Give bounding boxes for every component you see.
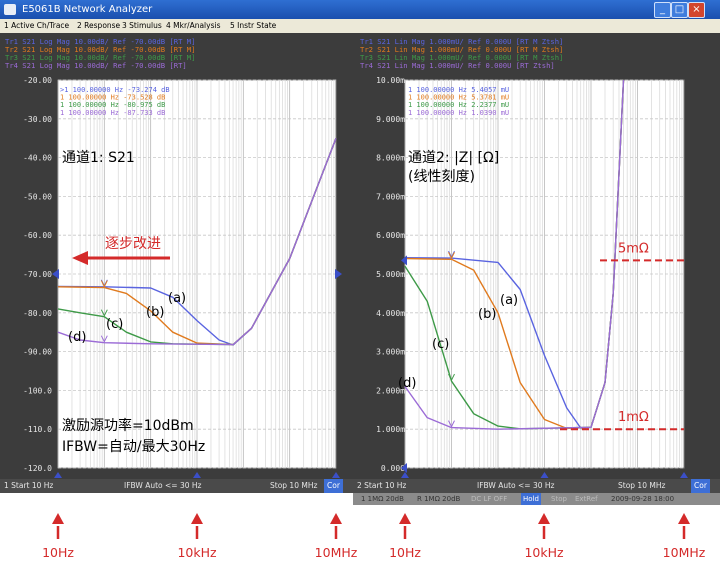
extref-button[interactable]: ExtRef: [575, 493, 598, 505]
ch1-y-tick-label: -90.00: [23, 348, 52, 357]
ch1-y-tick-label: -20.00: [23, 76, 52, 85]
ch1-series-label-a: (a): [168, 291, 186, 306]
ch1-ref-level-marker-left: [52, 269, 59, 279]
ch1-ref-level-marker-right: [335, 269, 342, 279]
freq-up-arrow-head-6: [678, 513, 690, 524]
ch1-y-tick-label: -60.00: [23, 231, 52, 240]
ch1-series-label-b: (b): [146, 305, 164, 320]
ch2-y-tick-label: 6.000m: [376, 231, 405, 240]
stop-button[interactable]: Stop: [551, 493, 567, 505]
ch1-freq-marker: [54, 472, 62, 478]
ch1-y-tick-label: -70.00: [23, 270, 52, 279]
hold-button[interactable]: Hold: [521, 493, 541, 505]
ch2-stop[interactable]: Stop 10 MHz: [618, 479, 665, 493]
port1-setting[interactable]: 1 1MΩ 20dB: [361, 493, 404, 505]
channel1-status-bar: 1 Start 10 Hz IFBW Auto <= 30 Hz Stop 10…: [0, 479, 353, 493]
ch1-stop[interactable]: Stop 10 MHz: [270, 479, 317, 493]
freq-up-arrow-head-2: [191, 513, 203, 524]
ch1-y-tick-label: -110.0: [23, 425, 52, 434]
ch2-trace-header-4: Tr4 S21 Lin Mag 1.000mU/ Ref 0.000U [RT …: [360, 61, 555, 70]
freq-label-10hz-right: 10Hz: [389, 545, 421, 560]
ch2-freq-marker: [540, 472, 549, 478]
excitation-label: 激励源功率=10dBm: [62, 418, 194, 434]
freq-label-10mhz-right: 10MHz: [662, 545, 706, 560]
ch2-y-tick-label: 0.000: [381, 464, 405, 473]
ch2-y-tick-label: 4.000m: [376, 309, 405, 318]
ch2-y-tick-label: 3.000m: [376, 348, 405, 357]
ch2-level-label-1: 5mΩ: [618, 241, 649, 256]
ch1-y-tick-label: -30.00: [23, 115, 52, 124]
instrument-status-toolbar: 1 1MΩ 20dB R 1MΩ 20dB DC LF OFF Hold Sto…: [353, 493, 720, 505]
ch2-series-label-a: (a): [500, 293, 518, 308]
ch1-ifbw[interactable]: IFBW Auto <= 30 Hz: [124, 479, 201, 493]
ch2-freq-marker: [680, 472, 688, 478]
ch2-cor-badge: Cor: [691, 479, 710, 493]
freq-up-arrow-head-5: [538, 513, 550, 524]
datetime-readout: 2009-09-28 18:00: [611, 495, 675, 503]
ch2-marker-readout-4: 1 100.00000 Hz 1.0390 mU: [408, 109, 509, 117]
ch2-series-label-b: (b): [478, 307, 496, 322]
ch2-series-label-d: (d): [398, 376, 416, 391]
ch1-y-tick-label: -100.0: [23, 386, 52, 395]
ch1-start[interactable]: 1 Start 10 Hz: [4, 479, 53, 493]
portr-setting[interactable]: R 1MΩ 20dB: [417, 493, 460, 505]
ch2-y-tick-label: 5.000m: [376, 270, 405, 279]
ch2-y-tick-label: 8.000m: [376, 154, 405, 163]
dc-lf-setting[interactable]: DC LF OFF: [471, 493, 507, 505]
ch2-start[interactable]: 2 Start 10 Hz: [357, 479, 406, 493]
ch1-y-tick-label: -50.00: [23, 192, 52, 201]
ch1-cor-badge: Cor: [324, 479, 343, 493]
ch2-y-tick-label: 9.000m: [376, 115, 405, 124]
ch1-y-tick-label: -120.0: [23, 464, 52, 473]
channel1-label: 通道1: S21: [62, 150, 135, 166]
channel2-sublabel: (线性刻度): [408, 169, 475, 185]
ch2-series-label-c: (c): [432, 337, 449, 352]
improvement-label: 逐步改进: [105, 236, 161, 252]
ch2-ifbw[interactable]: IFBW Auto <= 30 Hz: [477, 479, 554, 493]
channel2-label: 通道2: |Z| [Ω]: [408, 150, 500, 166]
ch2-y-tick-label: 1.000m: [376, 425, 405, 434]
ch1-freq-marker: [193, 472, 201, 478]
ch2-level-label-2: 1mΩ: [618, 410, 649, 425]
freq-label-10khz-right: 10kHz: [524, 545, 564, 560]
ch1-trace-header-4: Tr4 S21 Log Mag 10.00dB/ Ref -70.00dB [R…: [5, 61, 187, 70]
freq-up-arrow-head-1: [52, 513, 64, 524]
ch2-level-marker: [401, 255, 407, 266]
ch1-y-tick-label: -80.00: [23, 309, 52, 318]
ch2-y-tick-label: 7.000m: [376, 192, 405, 201]
ch1-y-tick-label: -40.00: [23, 154, 52, 163]
ch1-freq-marker: [332, 472, 340, 478]
ifbw-label: IFBW=自动/最大30Hz: [62, 439, 206, 455]
freq-up-arrow-head-4: [399, 513, 411, 524]
freq-label-10hz-left: 10Hz: [42, 545, 74, 560]
freq-label-10khz-left: 10kHz: [177, 545, 217, 560]
freq-up-arrow-head-3: [330, 513, 342, 524]
channel2-status-bar: 2 Start 10 Hz IFBW Auto <= 30 Hz Stop 10…: [353, 479, 720, 493]
ch1-series-label-c: (c): [106, 317, 123, 332]
ch1-series-label-d: (d): [68, 330, 86, 345]
freq-label-10mhz-left: 10MHz: [314, 545, 358, 560]
ch1-marker-readout-4: 1 100.00000 Hz -87.733 dB: [60, 109, 165, 117]
ch2-y-tick-label: 10.00m: [376, 76, 405, 85]
